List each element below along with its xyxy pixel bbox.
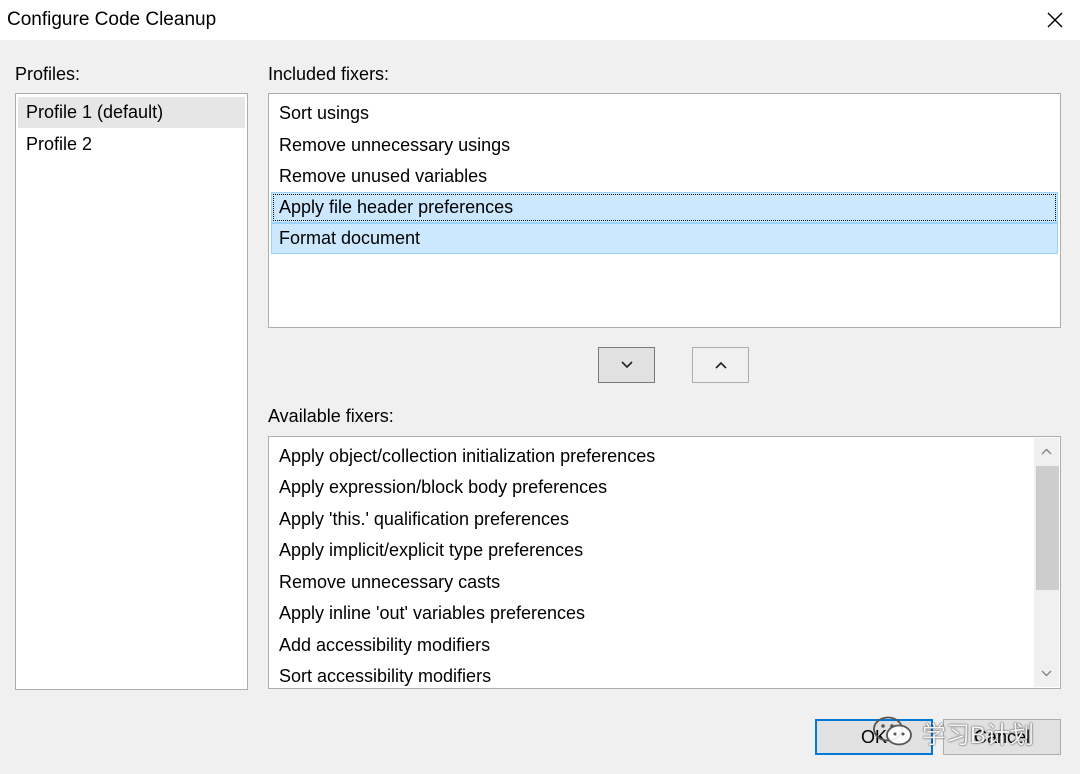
fixer-label: Format document bbox=[279, 228, 421, 248]
available-fixers-label: Available fixers: bbox=[268, 406, 394, 426]
available-fixer-item[interactable]: Remove unnecessary casts bbox=[271, 567, 1030, 598]
scrollbar-thumb[interactable] bbox=[1036, 466, 1059, 590]
fixer-label: Apply 'this.' qualification preferences bbox=[279, 509, 570, 529]
window-title: Configure Code Cleanup bbox=[7, 9, 217, 30]
included-fixers-label: Included fixers: bbox=[268, 64, 390, 84]
profile-item-2[interactable]: Profile 2 bbox=[18, 129, 245, 160]
vertical-scrollbar[interactable] bbox=[1034, 438, 1059, 687]
chevron-up-icon bbox=[714, 361, 727, 369]
available-fixer-item[interactable]: Apply 'this.' qualification preferences bbox=[271, 504, 1030, 535]
ok-button[interactable]: OK bbox=[815, 719, 933, 755]
move-up-button[interactable] bbox=[692, 347, 749, 383]
close-icon bbox=[1047, 12, 1063, 28]
fixer-label: Sort usings bbox=[279, 103, 370, 123]
scroll-up-button[interactable] bbox=[1034, 438, 1059, 465]
fixer-label: Apply file header preferences bbox=[279, 197, 514, 217]
available-fixer-item[interactable]: Apply implicit/explicit type preferences bbox=[271, 535, 1030, 566]
close-button[interactable] bbox=[1030, 0, 1080, 40]
profile-item-label: Profile 1 (default) bbox=[26, 102, 164, 122]
profiles-list[interactable]: Profile 1 (default) Profile 2 bbox=[15, 93, 248, 690]
fixer-label: Remove unused variables bbox=[279, 166, 488, 186]
fixer-label: Apply object/collection initialization p… bbox=[279, 446, 656, 466]
available-fixers-list[interactable]: Apply object/collection initialization p… bbox=[268, 436, 1061, 689]
included-fixer-item[interactable]: Apply file header preferences bbox=[271, 192, 1058, 223]
chevron-down-icon bbox=[1041, 670, 1052, 677]
cancel-button[interactable]: Cancel bbox=[943, 719, 1061, 755]
included-fixer-item[interactable]: Sort usings bbox=[271, 98, 1058, 129]
scroll-down-button[interactable] bbox=[1034, 660, 1059, 687]
fixer-label: Sort accessibility modifiers bbox=[279, 666, 492, 686]
profiles-label: Profiles: bbox=[15, 64, 81, 84]
included-fixer-item[interactable]: Remove unnecessary usings bbox=[271, 130, 1058, 161]
available-fixer-item[interactable]: Sort accessibility modifiers bbox=[271, 661, 1030, 688]
profile-item-label: Profile 2 bbox=[26, 134, 93, 154]
fixer-label: Remove unnecessary usings bbox=[279, 135, 511, 155]
move-down-button[interactable] bbox=[598, 347, 655, 383]
available-fixer-item[interactable]: Add accessibility modifiers bbox=[271, 630, 1030, 661]
fixer-label: Apply implicit/explicit type preferences bbox=[279, 540, 584, 560]
available-fixer-item[interactable]: Apply object/collection initialization p… bbox=[271, 441, 1030, 472]
profile-item-1[interactable]: Profile 1 (default) bbox=[18, 97, 245, 128]
chevron-down-icon bbox=[620, 361, 633, 369]
chevron-up-icon bbox=[1041, 448, 1052, 455]
fixer-label: Remove unnecessary casts bbox=[279, 572, 501, 592]
title-bar: Configure Code Cleanup bbox=[0, 0, 1080, 40]
included-fixer-item[interactable]: Format document bbox=[271, 223, 1058, 254]
included-fixer-item[interactable]: Remove unused variables bbox=[271, 161, 1058, 192]
fixer-label: Add accessibility modifiers bbox=[279, 635, 491, 655]
fixer-label: Apply inline 'out' variables preferences bbox=[279, 603, 586, 623]
included-fixers-list[interactable]: Sort usings Remove unnecessary usings Re… bbox=[268, 93, 1061, 328]
fixer-label: Apply expression/block body preferences bbox=[279, 477, 608, 497]
available-fixer-item[interactable]: Apply expression/block body preferences bbox=[271, 472, 1030, 503]
available-fixer-item[interactable]: Apply inline 'out' variables preferences bbox=[271, 598, 1030, 629]
